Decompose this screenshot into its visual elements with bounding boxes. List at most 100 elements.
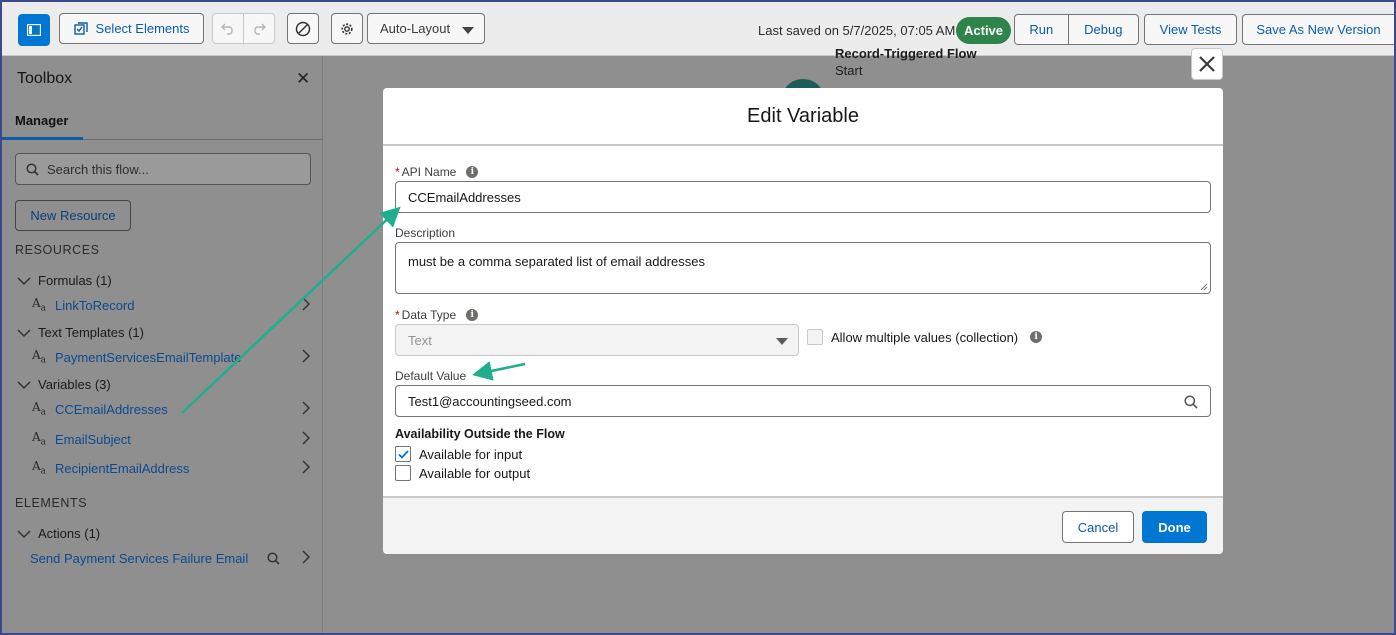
gear-icon <box>341 22 353 35</box>
select-elements-button[interactable]: Select Elements <box>59 13 204 44</box>
resource-ccemailaddresses[interactable]: Aa CCEmailAddresses <box>32 398 312 420</box>
info-icon[interactable]: i <box>466 166 479 178</box>
info-icon[interactable]: i <box>466 309 479 321</box>
canvas-node-subtitle: Start <box>835 63 863 78</box>
group-label: Formulas (1) <box>38 273 112 288</box>
description-textarea[interactable]: must be a comma separated list of email … <box>395 242 1211 294</box>
group-label: Actions (1) <box>38 526 101 541</box>
blocked-icon <box>295 21 311 36</box>
resource-label: CCEmailAddresses <box>55 401 168 417</box>
modal-footer: Cancel Done <box>383 496 1223 554</box>
cancel-button[interactable]: Cancel <box>1062 511 1134 543</box>
element-label: Send Payment Services Failure Email <box>30 550 249 566</box>
layout-label: Auto-Layout <box>380 21 451 36</box>
group-label: Text Templates (1) <box>38 325 144 340</box>
undo-button[interactable] <box>212 13 244 44</box>
undo-icon <box>221 23 233 35</box>
available-input-row: Available for input <box>395 446 522 462</box>
tab-manager[interactable]: Manager <box>2 102 83 140</box>
search-icon[interactable] <box>267 552 280 565</box>
toolbox-title: Toolbox <box>17 70 73 87</box>
api-name-input[interactable]: CCEmailAddresses <box>395 181 1211 213</box>
resource-linktorecord[interactable]: Aa LinkToRecord <box>32 294 312 316</box>
flow-builder-toolbar: Select Elements Auto-Layout Last saved o… <box>2 2 1394 56</box>
available-output-row: Available for output <box>395 465 530 481</box>
text-type-icon: Aa <box>32 430 47 448</box>
close-toolbox-icon[interactable]: ✕ <box>296 70 310 87</box>
required-marker: * <box>395 165 400 179</box>
canvas-node-title: Record-Triggered Flow <box>835 46 977 61</box>
redo-icon <box>254 23 266 35</box>
errors-button[interactable] <box>287 13 319 44</box>
group-formulas[interactable]: Formulas (1) <box>16 273 112 288</box>
info-icon[interactable]: i <box>1030 331 1043 343</box>
api-name-label-row: * API Name i <box>395 165 479 179</box>
api-name-label: API Name <box>401 165 457 179</box>
layout-dropdown[interactable]: Auto-Layout <box>367 13 485 44</box>
data-type-value: Text <box>408 332 432 348</box>
allow-multiple-label: Allow multiple values (collection) <box>831 329 1019 345</box>
run-button[interactable]: Run <box>1015 15 1069 44</box>
search-flow-input[interactable]: Search this flow... <box>15 153 311 185</box>
last-saved-text: Last saved on 5/7/2025, 07:05 AM <box>758 23 956 38</box>
data-type-select[interactable]: Text <box>395 324 799 356</box>
chevron-down-icon <box>17 276 31 285</box>
available-output-label: Available for output <box>419 465 531 481</box>
toolbox-panel: Toolbox ✕ Manager Search this flow... Ne… <box>2 56 323 633</box>
resource-label: PaymentServicesEmailTemplate <box>55 349 242 365</box>
search-icon[interactable] <box>1184 395 1198 409</box>
redo-button[interactable] <box>243 13 275 44</box>
chevron-right-icon <box>302 550 310 564</box>
save-as-new-version-button[interactable]: Save As New Version <box>1243 15 1394 44</box>
done-button[interactable]: Done <box>1142 511 1207 543</box>
chevron-right-icon <box>302 431 310 445</box>
group-text-templates[interactable]: Text Templates (1) <box>16 325 144 340</box>
view-tests-button[interactable]: View Tests <box>1145 15 1236 44</box>
select-icon <box>73 21 88 35</box>
group-label: Variables (3) <box>38 377 111 392</box>
chevron-right-icon <box>302 349 310 363</box>
close-icon <box>1199 56 1215 72</box>
status-badge: Active <box>956 17 1012 44</box>
search-icon <box>26 162 39 176</box>
close-modal-button[interactable] <box>1191 48 1223 80</box>
group-variables[interactable]: Variables (3) <box>16 377 111 392</box>
allow-multiple-checkbox[interactable] <box>807 329 823 345</box>
text-type-icon: Aa <box>32 459 47 477</box>
new-resource-button[interactable]: New Resource <box>15 200 131 231</box>
element-send-failure-email[interactable]: Send Payment Services Failure Email <box>30 547 310 569</box>
chevron-down-icon <box>462 27 474 34</box>
edit-variable-modal: Edit Variable * API Name i CCEmailAddres… <box>383 88 1223 554</box>
availability-heading: Availability Outside the Flow <box>395 427 565 441</box>
elements-heading: ELEMENTS <box>15 496 88 510</box>
description-text: must be a comma separated list of email … <box>408 254 705 269</box>
default-value-input[interactable]: Test1@accountingseed.com <box>395 385 1211 417</box>
debug-button[interactable]: Debug <box>1069 15 1138 44</box>
text-type-icon: Aa <box>32 296 47 314</box>
resource-recipientemailaddress[interactable]: Aa RecipientEmailAddress <box>32 457 312 479</box>
available-input-checkbox[interactable] <box>395 446 411 462</box>
default-value-text: Test1@accountingseed.com <box>408 393 572 409</box>
resize-handle-icon[interactable] <box>1200 283 1208 291</box>
run-debug-group: Run Debug <box>1014 14 1139 45</box>
save-group: Save As New Version <box>1242 14 1394 45</box>
panel-icon <box>27 24 41 36</box>
resource-emailsubject[interactable]: Aa EmailSubject <box>32 428 312 450</box>
view-tests-group: View Tests <box>1144 14 1237 45</box>
search-placeholder: Search this flow... <box>47 161 149 177</box>
group-actions[interactable]: Actions (1) <box>16 526 100 541</box>
resource-label: RecipientEmailAddress <box>55 460 190 476</box>
data-type-label-row: * Data Type i <box>395 308 479 322</box>
modal-title: Edit Variable <box>383 88 1223 146</box>
toggle-toolbox-button[interactable] <box>18 14 50 46</box>
settings-button[interactable] <box>331 13 363 44</box>
available-output-checkbox[interactable] <box>395 465 411 481</box>
available-input-label: Available for input <box>419 446 523 462</box>
text-type-icon: Aa <box>32 400 47 418</box>
data-type-label: Data Type <box>401 308 457 322</box>
resource-payment-template[interactable]: Aa PaymentServicesEmailTemplate <box>32 346 312 368</box>
default-value-label: Default Value <box>395 369 467 383</box>
text-type-icon: Aa <box>32 348 47 366</box>
chevron-down-icon <box>17 380 31 389</box>
chevron-down-icon <box>17 328 31 337</box>
